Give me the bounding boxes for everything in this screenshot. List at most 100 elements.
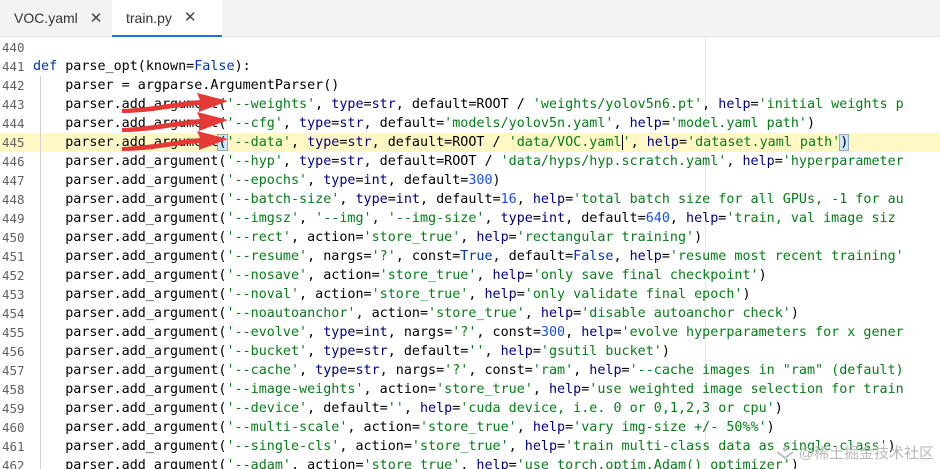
- code-line[interactable]: 443 parser.add_argument('--weights', typ…: [0, 95, 940, 114]
- code-token: parse_opt(known=: [65, 59, 195, 74]
- code-token: parser.add_argument(: [33, 439, 227, 454]
- code-token: , action=: [363, 382, 437, 397]
- code-line[interactable]: 455 parser.add_argument('--evolve', type…: [0, 323, 940, 342]
- line-number: 452: [2, 268, 25, 283]
- code-token: 'models/yolov5n.yaml': [444, 116, 614, 131]
- line-number: 446: [2, 154, 25, 169]
- code-token: , default=: [363, 116, 445, 131]
- code-line[interactable]: 442 parser = argparse.ArgumentParser(): [0, 76, 940, 95]
- code-line[interactable]: 460 parser.add_argument('--multi-scale',…: [0, 418, 940, 437]
- code-line[interactable]: 441 def parse_opt(known=False):: [0, 57, 940, 76]
- code-line[interactable]: 453 parser.add_argument('--noval', actio…: [0, 285, 940, 304]
- code-line[interactable]: 459 parser.add_argument('--device', defa…: [0, 399, 940, 418]
- code-token: , nargs=: [379, 363, 445, 378]
- code-line[interactable]: 452 parser.add_argument('--nosave', acti…: [0, 266, 940, 285]
- code-text: parser.add_argument('--image-weights', a…: [33, 380, 903, 399]
- code-token: parser.add_argument(: [33, 173, 227, 188]
- code-text: parser.add_argument('--noval', action='s…: [33, 285, 750, 304]
- code-token: ,: [299, 211, 316, 226]
- code-token: '--image-weights': [226, 382, 364, 397]
- indent-guide: [40, 76, 41, 469]
- code-token: True: [460, 249, 493, 264]
- code-line[interactable]: 445 parser.add_argument('--data', type = s…: [0, 133, 940, 152]
- code-token: parser.add_argument(: [33, 154, 227, 169]
- code-line[interactable]: 457 parser.add_argument('--cache', type =…: [0, 361, 940, 380]
- code-token: 300: [540, 325, 566, 340]
- code-token: help: [548, 382, 582, 397]
- code-token: 'vary img-size +/- 50%%': [573, 420, 767, 435]
- code-text: parser.add_argument('--multi-scale', act…: [33, 418, 774, 437]
- code-token: 'store_true': [371, 287, 469, 302]
- line-number: 440: [2, 40, 25, 55]
- code-token: ,: [460, 230, 477, 245]
- code-token: type: [355, 192, 388, 207]
- close-icon[interactable]: ✕: [184, 10, 197, 25]
- code-line[interactable]: 440: [0, 38, 940, 57]
- code-token: ,: [371, 211, 388, 226]
- code-token: ,: [339, 192, 356, 207]
- code-text: def parse_opt(known=False):: [33, 57, 251, 76]
- code-token: 'store_true': [436, 382, 533, 397]
- tab-label: VOC.yaml: [14, 10, 78, 26]
- code-token: 'only validate final epoch': [524, 287, 743, 302]
- code-token: parser.add_argument(: [33, 306, 227, 321]
- code-token: False: [573, 249, 614, 264]
- code-token: ,: [669, 211, 687, 226]
- code-text: parser.add_argument('--cache', type = str,…: [33, 361, 903, 380]
- code-text: parser.add_argument('--imgsz', '--img' , …: [33, 209, 895, 228]
- code-line[interactable]: 454 parser.add_argument('--noautoanchor'…: [0, 304, 940, 323]
- tab-voc-yaml[interactable]: VOC.yaml ✕: [0, 0, 112, 36]
- close-icon[interactable]: ✕: [90, 11, 103, 26]
- code-token: =: [355, 173, 364, 188]
- code-token: =: [532, 344, 541, 359]
- code-editor[interactable]: 440 441 def parse_opt(known=False): 442 par…: [0, 37, 940, 469]
- code-token: '': [468, 344, 485, 359]
- code-line[interactable]: 444 parser.add_argument('--cfg', type = st…: [0, 114, 940, 133]
- code-token: parser.add_argument(: [33, 382, 227, 397]
- line-number: 459: [2, 401, 25, 416]
- line-number: 442: [2, 78, 25, 93]
- code-line[interactable]: 450 parser.add_argument('--rect', action…: [0, 228, 940, 247]
- code-text: parser.add_argument('--batch-size', type…: [33, 190, 903, 209]
- code-token: help: [476, 230, 509, 245]
- code-token: 'hyperparameter: [782, 154, 904, 169]
- code-token: help: [581, 325, 614, 340]
- code-token: parser.add_argument(: [33, 192, 227, 207]
- code-token: '--imgsz': [226, 211, 300, 226]
- line-number: 456: [2, 344, 25, 359]
- code-token: =: [508, 230, 517, 245]
- code-token: 'model.yaml path': [669, 116, 807, 131]
- code-line[interactable]: 458 parser.add_argument('--image-weights…: [0, 380, 940, 399]
- code-token: =: [557, 439, 566, 454]
- code-token: 'rectangular training': [516, 230, 695, 245]
- code-text: parser.add_argument('--rect', action='st…: [33, 228, 702, 247]
- line-number: 445: [2, 135, 25, 150]
- code-token: ,: [307, 173, 324, 188]
- code-line[interactable]: 451 parser.add_argument('--resume', narg…: [0, 247, 940, 266]
- code-token: '?': [444, 363, 469, 378]
- line-number: 444: [2, 116, 25, 131]
- code-line[interactable]: 447 parser.add_argument('--epochs', type…: [0, 171, 940, 190]
- code-token: parser.add_argument(: [33, 249, 227, 264]
- code-token: str: [339, 154, 364, 169]
- code-token: , default=: [492, 249, 574, 264]
- code-text: parser.add_argument('--device', default=…: [33, 399, 783, 418]
- code-token: 'store_true': [363, 230, 461, 245]
- code-token: ,: [726, 154, 743, 169]
- code-token: , action=: [355, 306, 429, 321]
- tab-train-py[interactable]: train.py ✕: [112, 0, 222, 37]
- code-token: =: [532, 211, 541, 226]
- code-line[interactable]: 446 parser.add_argument('--hyp', type = st…: [0, 152, 940, 171]
- code-line[interactable]: 448 parser.add_argument('--batch-size', …: [0, 190, 940, 209]
- code-text: parser.add_argument('--hyp', type = str, d…: [33, 152, 904, 171]
- juejin-logo-icon: [776, 445, 794, 459]
- code-token: , default=ROOT /: [371, 135, 509, 150]
- code-token: ,: [468, 287, 485, 302]
- code-token: =: [387, 192, 396, 207]
- code-line[interactable]: 449 parser.add_argument('--imgsz', '--im…: [0, 209, 940, 228]
- code-line[interactable]: 456 parser.add_argument('--bucket', type…: [0, 342, 940, 361]
- code-token: ,: [282, 116, 300, 131]
- code-token: ,: [702, 97, 719, 112]
- code-token: ,: [403, 401, 420, 416]
- code-token: ): [790, 306, 799, 321]
